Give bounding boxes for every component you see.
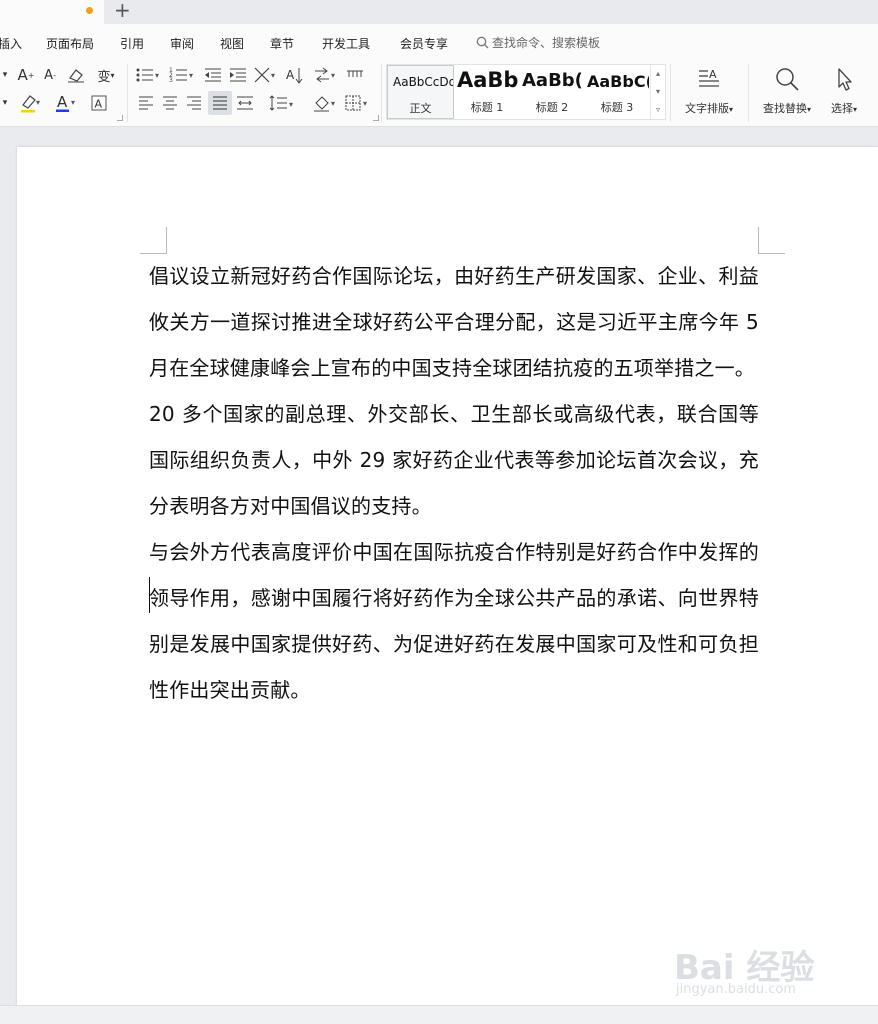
- shrink-font-icon[interactable]: A-: [40, 65, 60, 85]
- find-replace-button[interactable]: 查找替换▾: [756, 66, 818, 116]
- styles-scroll: ▴ ▾ ▿: [650, 65, 665, 119]
- magnifier-icon: [776, 68, 799, 91]
- select-button[interactable]: 选择▾: [824, 66, 864, 116]
- status-bar: [0, 1005, 878, 1024]
- style-heading-3[interactable]: AaBbC( 标题 3: [585, 65, 649, 119]
- clear-format-icon[interactable]: [64, 65, 88, 85]
- unsaved-dot-icon: [86, 7, 93, 14]
- menu-page-layout[interactable]: 页面布局: [46, 35, 94, 52]
- menu-member[interactable]: 会员专享: [400, 35, 448, 52]
- svg-text:▾: ▾: [189, 71, 193, 80]
- menu-view[interactable]: 视图: [220, 35, 244, 52]
- svg-text:▾: ▾: [331, 99, 335, 108]
- style-heading-2-sample: AaBb(: [522, 70, 583, 91]
- ribbon: ▾ A + A- 变 ▾ ▾ ▾ A ▾ A ▾ 1 2 3 ▾ ▾ A ▾ ▾…: [0, 60, 878, 127]
- font-color-icon[interactable]: A ▾: [54, 92, 78, 114]
- style-normal-sample: AaBbCcDd: [393, 75, 454, 89]
- svg-text:A: A: [709, 68, 717, 81]
- show-hide-marks-icon[interactable]: [344, 64, 366, 86]
- distributed-align-icon[interactable]: [234, 92, 256, 114]
- font-dialog-launcher-icon[interactable]: [117, 115, 123, 121]
- document-page[interactable]: 倡议设立新冠好药合作国际论坛，由好药生产研发国家、企业、利益攸关方一道探讨推进全…: [17, 147, 878, 1005]
- styles-scroll-down-icon[interactable]: ▾: [651, 83, 665, 101]
- chinese-layout-icon[interactable]: ▾: [252, 64, 280, 86]
- align-center-icon[interactable]: [160, 92, 180, 114]
- svg-text:A: A: [95, 98, 103, 111]
- line-spacing-icon[interactable]: ▾: [268, 92, 298, 114]
- phonetic-guide-icon[interactable]: 变 ▾: [92, 65, 120, 85]
- svg-text:▾: ▾: [271, 71, 275, 80]
- style-heading-3-sample: AaBbC(: [587, 72, 649, 91]
- paragraph-dialog-launcher-icon[interactable]: [373, 115, 379, 121]
- find-replace-label: 查找替换: [762, 102, 807, 115]
- text-layout-label: 文字排版: [684, 102, 729, 115]
- select-label: 选择: [830, 102, 853, 115]
- svg-text:▾: ▾: [289, 100, 293, 109]
- styles-scroll-up-icon[interactable]: ▴: [651, 65, 665, 83]
- svg-text:▾: ▾: [363, 99, 367, 108]
- style-heading-3-label: 标题 3: [600, 101, 634, 114]
- styles-more-icon[interactable]: ▿: [651, 101, 665, 119]
- shading-icon[interactable]: ▾: [312, 92, 340, 114]
- font-size-dropdown-icon[interactable]: ▾: [0, 66, 10, 84]
- paragraph-1[interactable]: 倡议设立新冠好药合作国际论坛，由好药生产研发国家、企业、利益攸关方一道探讨推进全…: [149, 253, 759, 391]
- bullet-list-icon[interactable]: ▾: [134, 64, 162, 86]
- group-divider: [127, 64, 128, 122]
- decrease-indent-icon[interactable]: [202, 64, 224, 86]
- svg-text:▾: ▾: [331, 71, 335, 80]
- paragraph-direction-icon[interactable]: ▾: [312, 64, 340, 86]
- borders-icon[interactable]: ▾: [344, 92, 372, 114]
- baidu-jingyan-watermark: Bai 经验 jingyan.baidu.com: [672, 928, 872, 1008]
- align-right-icon[interactable]: [184, 92, 204, 114]
- menu-bar: 插入 页面布局 引用 审阅 视图 章节 开发工具 会员专享 查找命令、搜索模板: [0, 24, 878, 60]
- justify-icon[interactable]: [208, 91, 232, 115]
- grow-font-icon[interactable]: A +: [16, 65, 36, 85]
- text-layout-button[interactable]: A 文字排版▾: [678, 66, 740, 116]
- underline-dropdown-icon[interactable]: ▾: [0, 94, 10, 112]
- style-normal-label: 正文: [409, 102, 432, 115]
- svg-text:▾: ▾: [36, 98, 40, 107]
- menu-insert[interactable]: 插入: [0, 35, 22, 52]
- increase-indent-icon[interactable]: [227, 64, 249, 86]
- menu-review[interactable]: 审阅: [170, 35, 194, 52]
- styles-gallery: AaBbCcDd 正文 AaBb 标题 1 AaBb( 标题 2 AaBbC( …: [386, 64, 666, 120]
- new-tab-plus-icon[interactable]: +: [114, 0, 131, 22]
- group-divider: [670, 64, 671, 122]
- command-search[interactable]: 查找命令、搜索模板: [476, 34, 600, 51]
- sort-icon[interactable]: A: [284, 64, 306, 86]
- style-heading-1-sample: AaBb: [457, 68, 519, 92]
- paragraph-3[interactable]: 与会外方代表高度评价中国在国际抗疫合作特别是好药合作中发挥的领导作用，感谢中国履…: [149, 529, 759, 713]
- svg-text:A: A: [286, 68, 295, 82]
- svg-text:A: A: [57, 93, 68, 111]
- menu-developer-tools[interactable]: 开发工具: [322, 35, 370, 52]
- margin-crop-mark-top-left: [140, 227, 167, 254]
- align-left-icon[interactable]: [136, 92, 156, 114]
- numbered-list-icon[interactable]: 1 2 3 ▾: [168, 64, 196, 86]
- search-icon: [476, 36, 489, 49]
- menu-chapter[interactable]: 章节: [270, 35, 294, 52]
- watermark-url: jingyan.baidu.com: [676, 982, 796, 997]
- document-body[interactable]: 倡议设立新冠好药合作国际论坛，由好药生产研发国家、企业、利益攸关方一道探讨推进全…: [149, 253, 759, 713]
- tab-strip: +: [0, 0, 878, 24]
- text-cursor: [149, 577, 150, 613]
- svg-text:3: 3: [169, 77, 173, 84]
- svg-text:▾: ▾: [71, 98, 75, 107]
- style-heading-1[interactable]: AaBb 标题 1: [455, 65, 519, 119]
- text-layout-icon: A: [699, 68, 719, 87]
- command-search-placeholder: 查找命令、搜索模板: [492, 36, 601, 50]
- paragraph-2[interactable]: 20 多个国家的副总理、外交部长、卫生部长或高级代表，联合国等国际组织负责人，中…: [149, 391, 759, 529]
- style-heading-2-label: 标题 2: [535, 101, 569, 114]
- document-tab[interactable]: [0, 0, 104, 24]
- character-border-icon[interactable]: A: [88, 92, 110, 114]
- svg-text:▾: ▾: [155, 71, 159, 80]
- margin-crop-mark-top-right: [758, 227, 785, 254]
- highlight-color-icon[interactable]: ▾: [18, 92, 42, 114]
- group-divider: [381, 64, 382, 122]
- style-heading-2[interactable]: AaBb( 标题 2: [520, 65, 584, 119]
- style-normal[interactable]: AaBbCcDd 正文: [387, 65, 454, 119]
- menu-references[interactable]: 引用: [120, 35, 144, 52]
- cursor-arrow-icon: [838, 68, 852, 91]
- group-divider: [748, 64, 749, 122]
- style-heading-1-label: 标题 1: [470, 101, 504, 114]
